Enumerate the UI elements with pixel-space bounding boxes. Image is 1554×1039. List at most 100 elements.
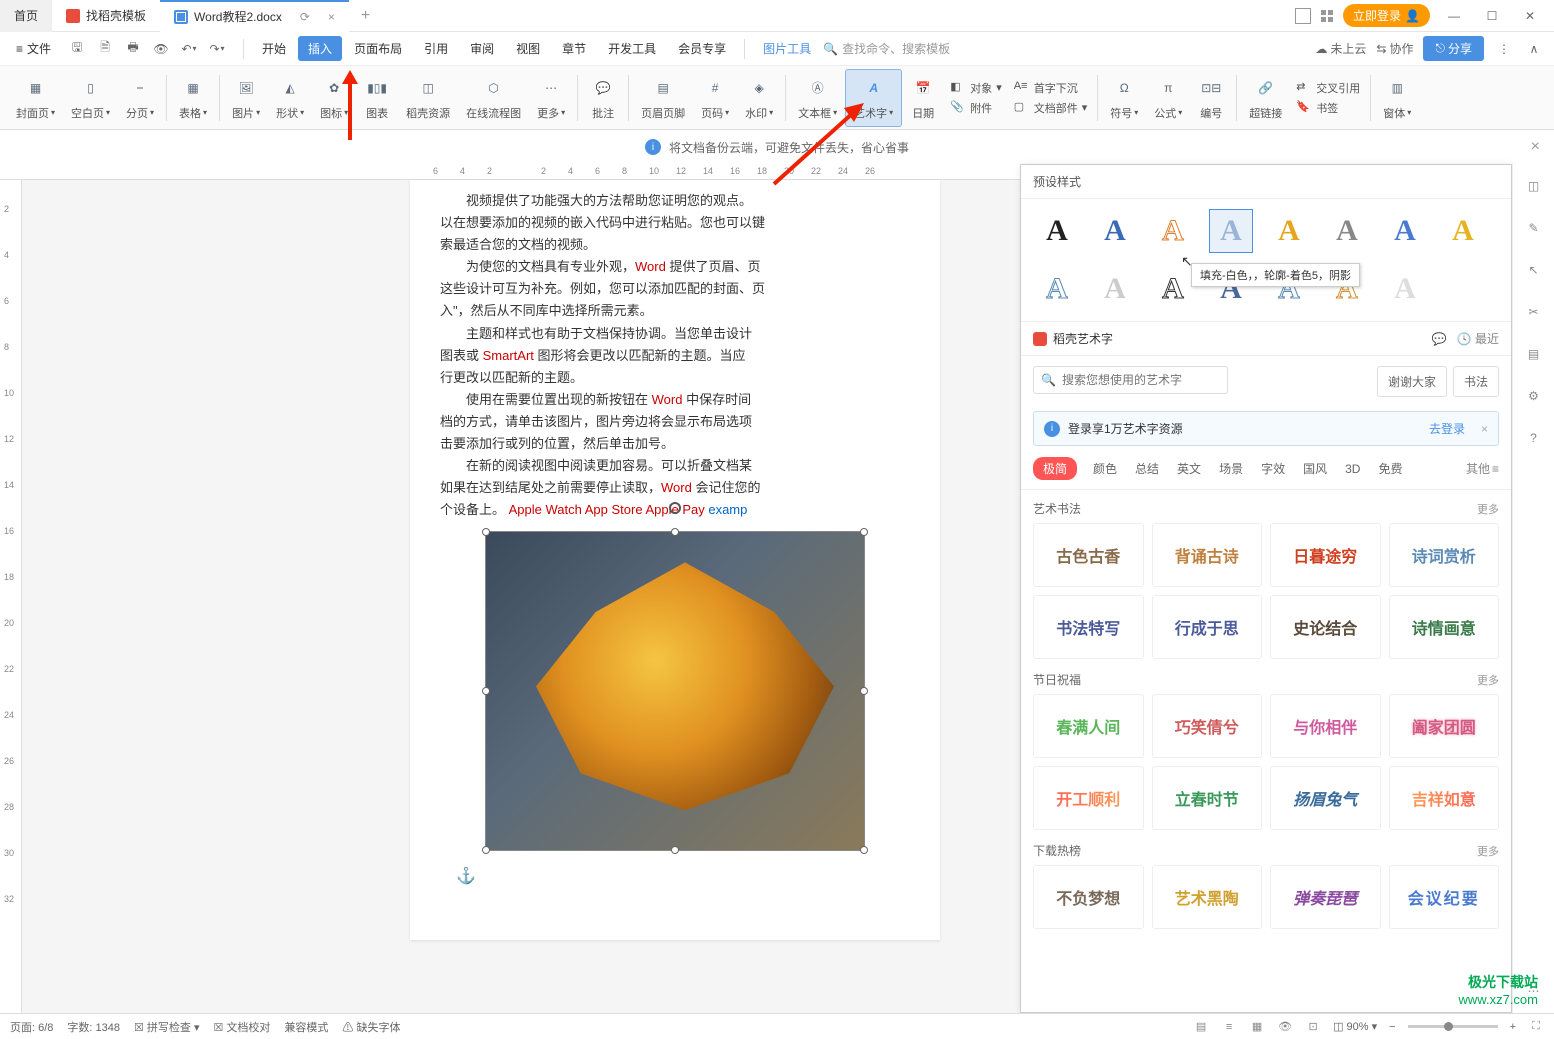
login-button[interactable]: 立即登录 👤 bbox=[1343, 4, 1430, 27]
rib-comment[interactable]: 💬批注 bbox=[582, 69, 624, 127]
menu-review[interactable]: 审阅 bbox=[460, 36, 504, 61]
more-calligraphy[interactable]: 更多 bbox=[1477, 501, 1499, 517]
rib-table[interactable]: ▦表格 bbox=[171, 69, 215, 127]
wa-card[interactable]: 巧笑倩兮 bbox=[1152, 694, 1263, 758]
wa-card[interactable]: 行成于思 bbox=[1152, 595, 1263, 659]
preset-5[interactable]: A bbox=[1267, 209, 1311, 253]
rib-watermark[interactable]: ◈水印 bbox=[737, 69, 781, 127]
rsb-format-icon[interactable]: ◫ bbox=[1524, 176, 1544, 196]
wa-card[interactable]: 开工顺利 bbox=[1033, 766, 1144, 830]
fullscreen-icon[interactable]: ⛶ bbox=[1528, 1019, 1544, 1035]
tab-reload-icon[interactable]: ⟳ bbox=[300, 10, 310, 24]
zoom-in[interactable]: + bbox=[1510, 1021, 1516, 1033]
wordart-body[interactable]: 艺术书法更多 古色古香 背诵古诗 日暮途穷 诗词赏析 书法特写 行成于思 史论结… bbox=[1021, 490, 1511, 1012]
wa-card[interactable]: 艺术黑陶 bbox=[1152, 865, 1263, 929]
cloud-status[interactable]: ☁未上云 bbox=[1315, 40, 1366, 57]
preset-7[interactable]: A bbox=[1383, 209, 1427, 253]
rsb-more-icon[interactable]: ⋯ bbox=[1524, 981, 1544, 1001]
wa-card[interactable]: 诗词赏析 bbox=[1389, 523, 1500, 587]
print-icon[interactable]: 🖶 bbox=[123, 39, 143, 59]
menu-view[interactable]: 视图 bbox=[506, 36, 550, 61]
wa-card[interactable]: 会议纪要 bbox=[1389, 865, 1500, 929]
menu-reference[interactable]: 引用 bbox=[414, 36, 458, 61]
command-search[interactable]: 🔍 查找命令、搜索模板 bbox=[823, 40, 950, 57]
rib-bookmark[interactable]: 🔖书签 bbox=[1296, 100, 1360, 116]
rib-header[interactable]: ▤页眉页脚 bbox=[633, 69, 693, 127]
rib-object[interactable]: ◧对象▾ bbox=[950, 80, 1002, 96]
tab-home[interactable]: 首页 bbox=[0, 0, 52, 32]
rib-textbox[interactable]: Ⓐ文本框 bbox=[790, 69, 845, 127]
rsb-clip-icon[interactable]: ✂ bbox=[1524, 302, 1544, 322]
rsb-select-icon[interactable]: ↖ bbox=[1524, 260, 1544, 280]
menu-picture-tools[interactable]: 图片工具 bbox=[753, 36, 821, 61]
document-body[interactable]: 视频提供了功能强大的方法帮助您证明您的观点。 以在想要添加的视频的嵌入代码中进行… bbox=[440, 190, 910, 521]
rib-link[interactable]: 🔗超链接 bbox=[1241, 69, 1290, 127]
wa-tab-china[interactable]: 国风 bbox=[1301, 456, 1329, 481]
preset-10[interactable]: A bbox=[1093, 267, 1137, 311]
preset-2[interactable]: A bbox=[1093, 209, 1137, 253]
menu-dev[interactable]: 开发工具 bbox=[598, 36, 666, 61]
wa-tab-scene[interactable]: 场景 bbox=[1217, 456, 1245, 481]
wa-tab-color[interactable]: 颜色 bbox=[1091, 456, 1119, 481]
wa-tab-effect[interactable]: 字效 bbox=[1259, 456, 1287, 481]
close-button[interactable]: ✕ bbox=[1516, 2, 1544, 30]
rsb-help-icon[interactable]: ? bbox=[1524, 428, 1544, 448]
rib-pane[interactable]: ▥窗体 bbox=[1375, 69, 1419, 127]
rib-attach[interactable]: 📎附件 bbox=[950, 100, 1002, 116]
view-web-icon[interactable]: ▦ bbox=[1249, 1019, 1265, 1035]
more-hot[interactable]: 更多 bbox=[1477, 843, 1499, 859]
status-proof[interactable]: ☒ 文档校对 bbox=[214, 1019, 271, 1035]
minimize-button[interactable]: — bbox=[1440, 2, 1468, 30]
login-link[interactable]: 去登录 bbox=[1429, 420, 1465, 437]
menu-vip[interactable]: 会员专享 bbox=[668, 36, 736, 61]
resize-handle-bl[interactable] bbox=[482, 846, 490, 854]
wa-card[interactable]: 立春时节 bbox=[1152, 766, 1263, 830]
maximize-button[interactable]: ☐ bbox=[1478, 2, 1506, 30]
save-icon[interactable]: 🖫 bbox=[67, 39, 87, 59]
undo-icon[interactable]: ↶ bbox=[179, 39, 199, 59]
resize-handle-ml[interactable] bbox=[482, 687, 490, 695]
status-spell[interactable]: ☒ 拼写检查 ▾ bbox=[134, 1019, 200, 1035]
share-button[interactable]: ⎋分享 bbox=[1423, 36, 1484, 61]
menu-insert[interactable]: 插入 bbox=[298, 36, 342, 61]
wa-tab-simple[interactable]: 极简 bbox=[1033, 457, 1077, 480]
print-preview-icon[interactable]: 👁 bbox=[151, 39, 171, 59]
wa-card[interactable]: 弹奏琵琶 bbox=[1270, 865, 1381, 929]
recent-button[interactable]: 🕓 最近 bbox=[1457, 330, 1499, 347]
wa-card[interactable]: 史论结合 bbox=[1270, 595, 1381, 659]
rib-parts[interactable]: ▢文档部件▾ bbox=[1014, 100, 1088, 116]
rsb-style-icon[interactable]: ✎ bbox=[1524, 218, 1544, 238]
view-read-icon[interactable]: 👁 bbox=[1277, 1019, 1293, 1035]
rib-xref[interactable]: ⇄交叉引用 bbox=[1296, 80, 1360, 96]
resize-handle-tm[interactable] bbox=[671, 528, 679, 536]
wordart-search-input[interactable] bbox=[1033, 366, 1228, 394]
wa-card[interactable]: 吉祥如意 bbox=[1389, 766, 1500, 830]
resize-handle-mr[interactable] bbox=[860, 687, 868, 695]
wa-card[interactable]: 古色古香 bbox=[1033, 523, 1144, 587]
wa-card[interactable]: 阖家团圆 bbox=[1389, 694, 1500, 758]
menu-section[interactable]: 章节 bbox=[552, 36, 596, 61]
collapse-ribbon-icon[interactable]: ∧ bbox=[1524, 39, 1544, 59]
zoom-slider[interactable] bbox=[1408, 1025, 1498, 1028]
resize-handle-tr[interactable] bbox=[860, 528, 868, 536]
resize-handle-bm[interactable] bbox=[671, 846, 679, 854]
feedback-icon[interactable]: 💬 bbox=[1432, 332, 1447, 346]
rib-pagenum[interactable]: #页码 bbox=[693, 69, 737, 127]
chip-thanks[interactable]: 谢谢大家 bbox=[1377, 366, 1447, 397]
tab-document[interactable]: Word教程2.docx ⟳ × bbox=[160, 0, 349, 32]
preset-11[interactable]: A bbox=[1151, 267, 1195, 311]
wa-card[interactable]: 书法特写 bbox=[1033, 595, 1144, 659]
preset-15[interactable]: A bbox=[1383, 267, 1427, 311]
layout-icon[interactable] bbox=[1295, 8, 1311, 24]
rib-more[interactable]: ⋯更多 bbox=[529, 69, 573, 127]
preset-4-selected[interactable]: A bbox=[1209, 209, 1253, 253]
wa-card[interactable]: 扬眉兔气 bbox=[1270, 766, 1381, 830]
status-page[interactable]: 页面: 6/8 bbox=[10, 1019, 53, 1035]
rib-date[interactable]: 📅日期 bbox=[902, 69, 944, 127]
tab-close-icon[interactable]: × bbox=[328, 10, 335, 24]
wa-card[interactable]: 日暮途穷 bbox=[1270, 523, 1381, 587]
rib-docer[interactable]: ◫稻壳资源 bbox=[398, 69, 458, 127]
wa-card[interactable]: 不负梦想 bbox=[1033, 865, 1144, 929]
menu-start[interactable]: 开始 bbox=[252, 36, 296, 61]
rsb-nav-icon[interactable]: ▤ bbox=[1524, 344, 1544, 364]
